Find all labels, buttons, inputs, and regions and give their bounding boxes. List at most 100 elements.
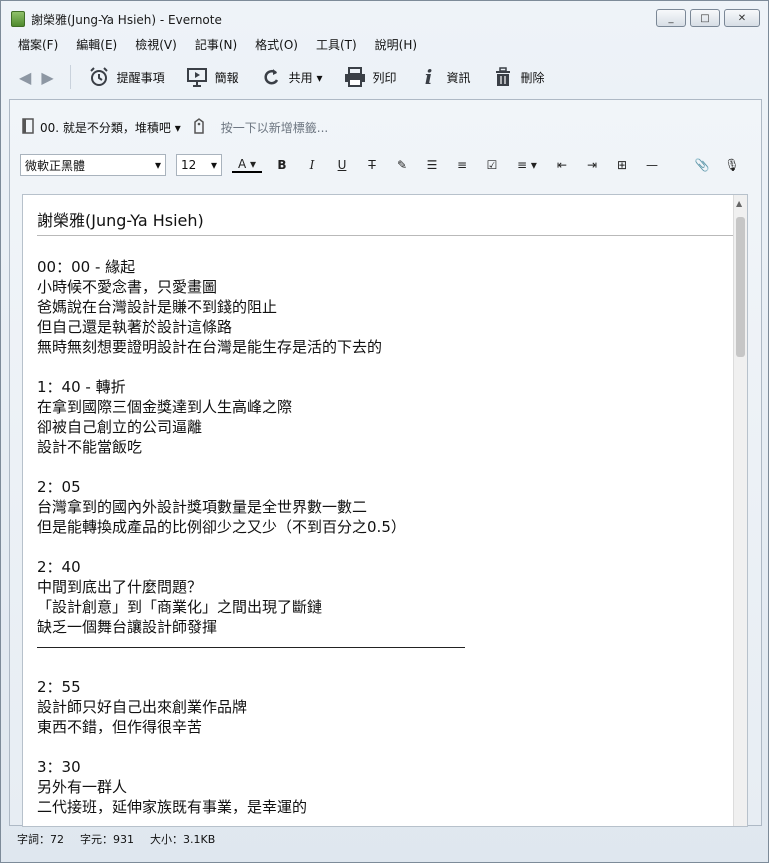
trash-can-icon xyxy=(491,65,515,89)
delete-label: 刪除 xyxy=(520,70,545,85)
toolbar-separator xyxy=(69,65,71,89)
highlighter-icon[interactable]: ✎ xyxy=(392,158,412,172)
back-arrow-icon: ◀ xyxy=(19,67,32,87)
note-line: 二代接班，延伸家族既有事業，是幸運的 xyxy=(37,798,308,816)
title-divider xyxy=(37,235,733,236)
menu-tools[interactable]: 工具(T) xyxy=(307,33,366,55)
note-line: 爸媽說在台灣設計是賺不到錢的阻止 xyxy=(37,298,278,316)
note-line: 但自己還是執著於設計這條路 xyxy=(37,318,233,336)
reminder-label: 提醒事項 xyxy=(116,70,165,85)
menu-edit[interactable]: 編輯(E) xyxy=(67,33,126,55)
scrollbar-thumb[interactable] xyxy=(736,217,745,357)
window-controls: _ □ ✕ xyxy=(656,9,760,27)
align-icon[interactable]: ≡ ▾ xyxy=(512,158,542,172)
printer-icon xyxy=(343,65,367,89)
print-button[interactable]: 列印 xyxy=(333,61,407,93)
font-size-select[interactable]: 12 ▾ xyxy=(176,154,222,176)
note-line: 「設計創意」到「商業化」之間出現了斷鏈 xyxy=(37,598,323,616)
tag-icon xyxy=(193,118,205,137)
window-title: 謝榮雅(Jung-Ya Hsieh) - Evernote xyxy=(31,13,222,27)
note-body[interactable]: 00：00 - 緣起 小時候不愛念書，只愛畫圖 爸媽說在台灣設計是賺不到錢的阻止… xyxy=(37,257,727,817)
bold-icon[interactable]: B xyxy=(272,158,292,172)
indent-icon[interactable]: ⇥ xyxy=(582,158,602,172)
evernote-app-icon xyxy=(11,11,25,27)
note-line xyxy=(37,357,727,377)
paperclip-icon[interactable]: 📎 xyxy=(692,158,712,172)
checkbox-icon[interactable]: ☑ xyxy=(482,158,502,172)
note-line: 無時無刻想要證明設計在台灣是能生存是活的下去的 xyxy=(37,338,383,356)
note-line: 3：30 xyxy=(37,758,81,776)
status-bar: 字詞：72 字元：931 大小：3.1KB xyxy=(9,828,762,850)
presentation-button[interactable]: 簡報 xyxy=(175,61,249,93)
note-line: 台灣拿到的國內外設計獎項數量是全世界數一數二 xyxy=(37,498,368,516)
menu-note[interactable]: 記事(N) xyxy=(186,33,246,55)
bullet-list-icon[interactable]: ☰ xyxy=(422,158,442,172)
note-size: 大小：3.1KB xyxy=(150,833,216,846)
note-line xyxy=(37,457,727,477)
microphone-icon[interactable]: 🎙 xyxy=(722,158,742,172)
horizontal-rule-icon[interactable]: — xyxy=(642,158,662,172)
forward-button[interactable]: ▶ xyxy=(41,61,63,93)
info-icon: i xyxy=(424,65,433,89)
evernote-window: 謝榮雅(Jung-Ya Hsieh) - Evernote _ □ ✕ 檔案(F… xyxy=(0,0,769,863)
font-family-select[interactable]: 微軟正黑體 ▾ xyxy=(20,154,166,176)
notebook-selector[interactable]: 00. 就是不分類，堆積吧 ▾ xyxy=(40,119,181,136)
presentation-screen-icon xyxy=(185,65,209,89)
chevron-down-icon: ▾ xyxy=(210,158,217,172)
menu-help[interactable]: 說明(H) xyxy=(366,33,426,55)
note-line: 在拿到國際三個金獎達到人生高峰之際 xyxy=(37,398,293,416)
vertical-scrollbar[interactable]: ▲ xyxy=(733,195,747,826)
numbered-list-icon[interactable]: ≡ xyxy=(452,158,472,172)
italic-icon[interactable]: I xyxy=(302,158,322,172)
back-button[interactable]: ◀ xyxy=(9,61,41,93)
note-line: 設計不能當飯吃 xyxy=(37,438,143,456)
share-arrows-icon xyxy=(259,65,283,89)
font-color-button[interactable]: A ▾ xyxy=(232,157,262,173)
title-bar: 謝榮雅(Jung-Ya Hsieh) - Evernote _ □ ✕ xyxy=(1,1,768,33)
note-line: 00：00 - 緣起 xyxy=(37,258,136,276)
note-line: 但是能轉換成產品的比例卻少之又少（不到百分之0.5） xyxy=(37,518,406,536)
menu-view[interactable]: 檢視(V) xyxy=(126,33,186,55)
table-icon[interactable]: ⊞ xyxy=(612,158,632,172)
notebook-icon xyxy=(22,118,34,137)
delete-button[interactable]: 刪除 xyxy=(481,61,555,93)
note-line: 缺乏一個舞台讓設計師發揮 xyxy=(37,618,218,636)
word-count: 字詞：72 xyxy=(17,833,64,846)
note-line xyxy=(37,737,727,757)
outdent-icon[interactable]: ⇤ xyxy=(552,158,572,172)
note-line: 卻被自己創立的公司逼離 xyxy=(37,418,203,436)
note-line: 中間到底出了什麼問題？ xyxy=(37,578,203,596)
share-label: 共用 ▾ xyxy=(288,70,323,85)
font-color-glyph: A xyxy=(237,157,247,171)
chevron-down-icon: ▾ xyxy=(154,158,161,172)
scroll-up-arrow-icon[interactable]: ▲ xyxy=(736,199,742,208)
note-line: 東西不錯，但作得很辛苦 xyxy=(37,718,203,736)
underline-icon[interactable]: U xyxy=(332,158,352,172)
note-title[interactable]: 謝榮雅(Jung-Ya Hsieh) xyxy=(37,207,204,231)
note-line xyxy=(37,657,727,677)
menu-format[interactable]: 格式(O) xyxy=(246,33,307,55)
format-toolbar: 微軟正黑體 ▾ 12 ▾ A ▾ B I U T ✎ ☰ ≡ ☑ ≡ ▾ ⇤ ⇥… xyxy=(20,152,755,178)
share-button[interactable]: 共用 ▾ xyxy=(249,61,333,93)
close-button[interactable]: ✕ xyxy=(724,9,760,27)
note-line: 2：55 xyxy=(37,678,81,696)
note-line xyxy=(37,537,727,557)
font-size-value: 12 xyxy=(181,158,197,172)
note-line: 另外有一群人 xyxy=(37,778,128,796)
reminder-button[interactable]: 提醒事項 xyxy=(77,61,175,93)
main-toolbar: ◀ ▶ 提醒事項 簡報 共用 ▾ 列印 i 資訊 刪除 xyxy=(9,57,762,97)
info-label: 資訊 xyxy=(446,70,471,85)
info-button[interactable]: i 資訊 xyxy=(407,61,481,93)
note-line: 小時候不愛念書，只愛畫圖 xyxy=(37,278,218,296)
note-line: 1：40 - 轉折 xyxy=(37,378,126,396)
maximize-button[interactable]: □ xyxy=(690,9,720,27)
menu-file[interactable]: 檔案(F) xyxy=(9,33,67,55)
note-line: 2：05 xyxy=(37,478,81,496)
note-line: 設計師只好自己出來創業作品牌 xyxy=(37,698,248,716)
minimize-button[interactable]: _ xyxy=(656,9,686,27)
add-tag-field[interactable]: 按一下以新增標籤... xyxy=(221,119,328,136)
char-count: 字元：931 xyxy=(80,833,134,846)
notebook-row: 00. 就是不分類，堆積吧 ▾ 按一下以新增標籤... xyxy=(22,118,328,137)
strikethrough-icon[interactable]: T xyxy=(362,158,382,172)
note-editor[interactable]: 謝榮雅(Jung-Ya Hsieh) 00：00 - 緣起 小時候不愛念書，只愛… xyxy=(22,194,748,827)
